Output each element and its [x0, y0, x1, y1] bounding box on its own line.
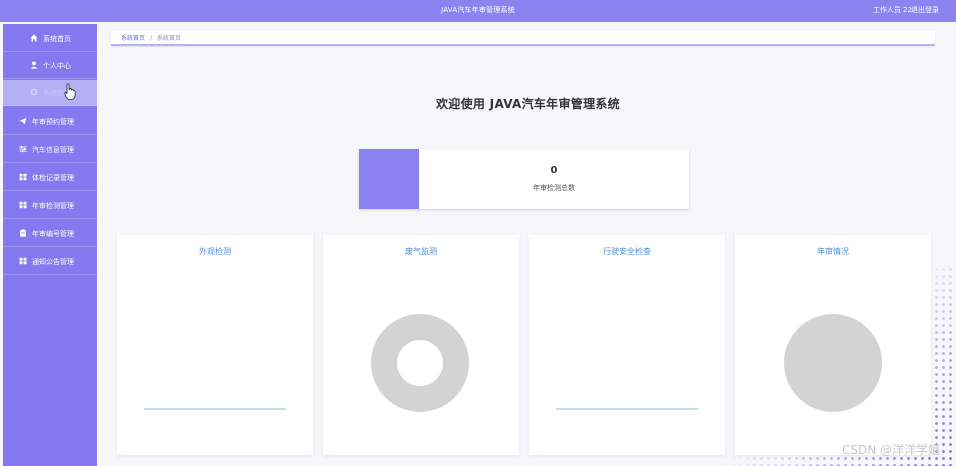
watermark: CSDN @洋洋学姐 [841, 443, 940, 457]
breadcrumb: 系统首页 / 系统首页 [111, 31, 935, 46]
sidebar: 系统首页 个人中心 系统管理 年审预约管理 汽车信息管理 体检记录管理 年审检测… [3, 24, 97, 466]
current-user: 工作人员 22 [872, 6, 912, 14]
panel-driving-safety-check: 行驶安全检查 [529, 235, 725, 455]
panel-exhaust-monitoring: 废气监测 [323, 235, 519, 455]
top-bar: JAVA汽车年审管理系统 工作人员 22 退出登录 [0, 0, 956, 22]
breadcrumb-current: 系统首页 [157, 35, 182, 42]
grid-icon [18, 173, 27, 183]
breadcrumb-home-link[interactable]: 系统首页 [121, 35, 145, 42]
sidebar-item-inspection-management[interactable]: 年审检测管理 [3, 193, 97, 219]
panel-appearance-check: 外观检测 [117, 235, 313, 455]
appearance-chart [144, 408, 286, 410]
sidebar-item-label: 年审检测管理 [32, 201, 74, 210]
sidebar-item-exam-record-management[interactable]: 体检记录管理 [3, 165, 97, 191]
sidebar-item-appointment-management[interactable]: 年审预约管理 [3, 109, 97, 135]
stat-label: 年审检测总数 [533, 184, 575, 192]
pie-placeholder [784, 314, 882, 412]
clipboard-icon [18, 228, 27, 239]
sidebar-item-label: 体检记录管理 [32, 173, 74, 182]
app-title: JAVA汽车年审管理系统 [441, 6, 515, 14]
grid-icon [18, 257, 27, 267]
sidebar-item-label: 系统首页 [43, 34, 71, 43]
logout-link[interactable]: 退出登录 [911, 5, 939, 15]
driving-safety-chart [556, 408, 698, 410]
sidebar-item-label: 个人中心 [43, 61, 71, 70]
sliders-icon [18, 145, 27, 155]
welcome-heading: 欢迎使用 JAVA汽车年审管理系统 [436, 97, 620, 111]
stat-card: 0 年审检测总数 [359, 149, 689, 209]
sidebar-item-car-info-management[interactable]: 汽车信息管理 [3, 137, 97, 163]
sidebar-item-label: 汽车信息管理 [32, 145, 74, 154]
home-icon [29, 34, 38, 44]
breadcrumb-separator: / [150, 35, 153, 42]
sidebar-item-notice-management[interactable]: 通知公告管理 [3, 249, 97, 275]
send-icon [18, 117, 27, 127]
panel-annual-review-status: 年审情况 [735, 235, 931, 455]
stat-value: 0 [550, 165, 558, 176]
sidebar-item-personal-center[interactable]: 个人中心 [3, 53, 97, 79]
annual-review-chart [784, 314, 882, 412]
donut-placeholder [371, 314, 469, 412]
sidebar-item-label: 年审预约管理 [32, 117, 74, 126]
sidebar-item-home[interactable]: 系统首页 [3, 26, 97, 52]
person-icon [29, 61, 38, 71]
stat-card-swatch [359, 149, 419, 209]
sidebar-item-label: 年审编号管理 [32, 229, 74, 238]
grid-icon [18, 201, 27, 211]
sidebar-item-label: 通知公告管理 [32, 257, 74, 266]
exhaust-chart [371, 314, 469, 412]
sidebar-item-number-management[interactable]: 年审编号管理 [3, 221, 97, 247]
